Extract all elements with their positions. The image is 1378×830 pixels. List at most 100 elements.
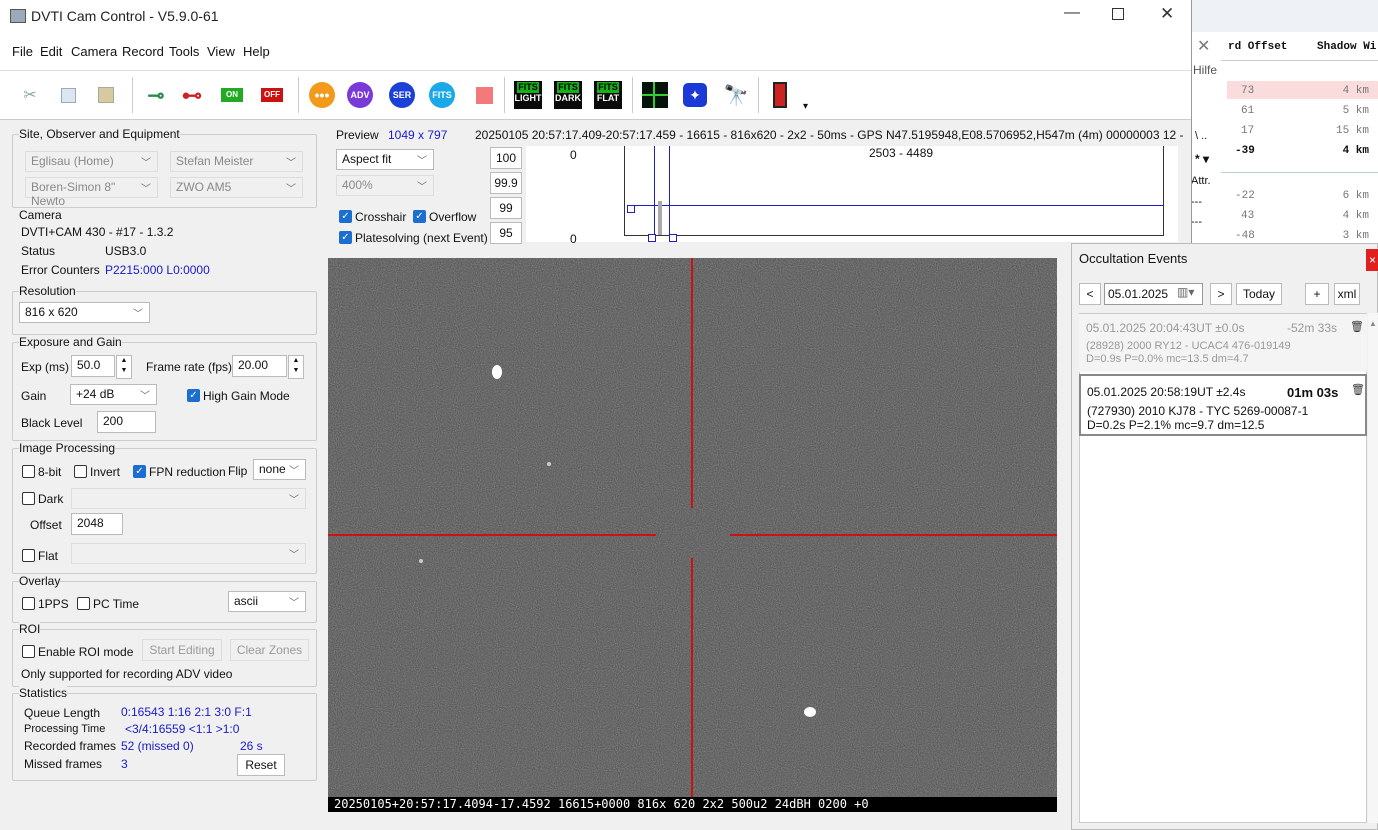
histogram-handle[interactable]	[669, 234, 677, 242]
stop-icon[interactable]	[470, 81, 498, 109]
record-fits-icon[interactable]: FITS	[428, 81, 456, 109]
histogram-max-marker[interactable]	[669, 146, 670, 236]
video-preview[interactable]	[328, 258, 1057, 812]
error-counters-value: P2215:000 L0:0000	[105, 263, 210, 277]
gain-select[interactable]: +24 dB ﹀	[70, 384, 157, 405]
record-adv-icon[interactable]: ADV	[346, 81, 374, 109]
telescope-select[interactable]: Boren-Simon 8" Newto ﹀	[25, 177, 158, 208]
8bit-checkbox[interactable]	[22, 465, 35, 478]
dark-file-select[interactable]: ﹀	[71, 488, 306, 509]
menu-record[interactable]: Record	[122, 44, 164, 59]
enable-roi-checkbox[interactable]	[22, 645, 35, 658]
flat-file-select[interactable]: ﹀	[71, 543, 306, 564]
date-picker[interactable]: 05.01.2025 ▥▾	[1104, 283, 1203, 305]
black-level-label: Black Level	[21, 416, 83, 430]
menu-tools[interactable]: Tools	[169, 44, 199, 59]
scroll-up-icon[interactable]: ▲	[1369, 319, 1377, 328]
camera-off-icon[interactable]: OFF	[258, 81, 286, 109]
xml-button[interactable]: xml	[1334, 283, 1360, 305]
close-icon[interactable]: ✕	[1160, 4, 1174, 24]
bg-close-icon[interactable]: ✕	[1197, 36, 1210, 56]
bg-divider	[1221, 172, 1378, 173]
event-details: D=0.9s P=0.0% mc=13.5 dm=4.7	[1086, 353, 1249, 365]
today-button[interactable]: Today	[1236, 283, 1282, 305]
frame-info: 20250105 20:57:17.409-20:57:17.459 - 166…	[475, 128, 1184, 142]
histogram-handle[interactable]	[627, 205, 635, 213]
record-ser-icon[interactable]: SER	[388, 81, 416, 109]
mount-select[interactable]: ZWO AM5 ﹀	[170, 177, 303, 198]
resolution-select[interactable]: 816 x 620 ﹀	[19, 302, 150, 323]
level-95-button[interactable]: 95	[490, 222, 522, 244]
fpn-checkbox[interactable]: ✓	[133, 465, 146, 478]
prev-day-button[interactable]: <	[1079, 283, 1101, 305]
fits-dark-icon[interactable]: FITS DARK	[554, 81, 582, 109]
camera-on-icon[interactable]: ON	[218, 81, 246, 109]
telescope-icon[interactable]: 🔭	[722, 81, 750, 109]
aspect-select[interactable]: Aspect fit ﹀	[336, 149, 434, 170]
disconnect-icon[interactable]: ⊷	[178, 81, 206, 109]
invert-checkbox[interactable]	[74, 465, 87, 478]
add-event-button[interactable]: +	[1305, 283, 1329, 305]
level-99-9-button[interactable]: 99.9	[490, 172, 522, 194]
star-field-icon[interactable]	[641, 81, 669, 109]
fits-flat-label: FLAT	[596, 93, 620, 103]
1pps-checkbox[interactable]	[22, 597, 35, 610]
delete-icon[interactable]: 🗑	[1351, 383, 1365, 396]
record-options-icon[interactable]: •••	[308, 81, 336, 109]
delete-icon[interactable]: 🗑	[1350, 320, 1364, 333]
menu-view[interactable]: View	[207, 44, 235, 59]
framerate-input[interactable]: 20.00	[232, 355, 287, 377]
histogram-min-marker[interactable]	[654, 146, 655, 236]
minimize-icon[interactable]: —	[1064, 4, 1080, 22]
menu-edit[interactable]: Edit	[40, 44, 62, 59]
site-select[interactable]: Eglisau (Home) ﹀	[25, 151, 158, 172]
event-object: (28928) 2000 RY12 - UCAC4 476-019149	[1086, 340, 1291, 352]
flip-select[interactable]: none ﹀	[253, 459, 306, 480]
dark-checkbox[interactable]	[22, 492, 35, 505]
exposure-spinner[interactable]: ▲ ▼	[116, 355, 132, 379]
device-icon[interactable]	[766, 81, 794, 109]
menu-camera[interactable]: Camera	[71, 44, 117, 59]
plate-solve-icon[interactable]: ✦	[681, 81, 709, 109]
level-100-button[interactable]: 100	[490, 147, 522, 169]
level-99-button[interactable]: 99	[490, 197, 522, 219]
black-level-input[interactable]: 200	[97, 411, 156, 433]
maximize-icon[interactable]	[1112, 8, 1124, 20]
event-list-scrollbar[interactable]: ▲	[1368, 313, 1378, 823]
paste-icon[interactable]	[92, 81, 120, 109]
bg-col-offset: rd Offset	[1228, 41, 1288, 53]
event-item[interactable]: 05.01.2025 20:04:43UT ±0.0s -52m 33s 🗑 (…	[1079, 314, 1367, 372]
clear-zones-button[interactable]: Clear Zones	[230, 639, 309, 661]
observer-select[interactable]: Stefan Meister ﹀	[170, 151, 303, 172]
bg-menu-hilfe[interactable]: Hilfe	[1193, 63, 1217, 77]
overflow-checkbox[interactable]: ✓	[413, 210, 426, 223]
high-gain-checkbox[interactable]: ✓	[187, 389, 200, 402]
event-item-selected[interactable]: 05.01.2025 20:58:19UT ±2.4s 01m 03s 🗑 (7…	[1079, 374, 1367, 436]
1pps-label: 1PPS	[38, 597, 69, 611]
toolbar-overflow-icon[interactable]: ▾	[803, 101, 808, 112]
menu-file[interactable]: File	[12, 44, 33, 59]
fits-flat-icon[interactable]: FITS FLAT	[594, 81, 622, 109]
reset-button[interactable]: Reset	[237, 754, 285, 776]
histogram-handle[interactable]	[648, 234, 656, 242]
calendar-icon[interactable]: ▥▾	[1177, 285, 1194, 299]
overlay-format-select[interactable]: ascii ﹀	[228, 591, 306, 612]
zoom-select[interactable]: 400% ﹀	[336, 175, 434, 196]
crosshair-checkbox[interactable]: ✓	[339, 210, 352, 223]
camera-status-label: Status	[21, 244, 56, 258]
copy-icon[interactable]	[54, 81, 82, 109]
cut-icon[interactable]: ✂	[16, 81, 44, 109]
menu-help[interactable]: Help	[243, 44, 270, 59]
fits-light-icon[interactable]: FITS LIGHT	[514, 81, 542, 109]
exposure-input[interactable]: 50.0	[71, 355, 115, 377]
pc-time-checkbox[interactable]	[77, 597, 90, 610]
framerate-spinner[interactable]: ▲ ▼	[288, 355, 304, 379]
connect-icon[interactable]: ⊸	[142, 81, 170, 109]
start-editing-button[interactable]: Start Editing	[142, 639, 222, 661]
offset-input[interactable]: 2048	[71, 513, 123, 535]
bg-row-shadow: 15 km	[1335, 125, 1369, 137]
next-day-button[interactable]: >	[1210, 283, 1232, 305]
platesolving-checkbox[interactable]: ✓	[339, 231, 352, 244]
occultation-close-icon[interactable]: ×	[1366, 249, 1378, 271]
flat-checkbox[interactable]	[22, 549, 35, 562]
